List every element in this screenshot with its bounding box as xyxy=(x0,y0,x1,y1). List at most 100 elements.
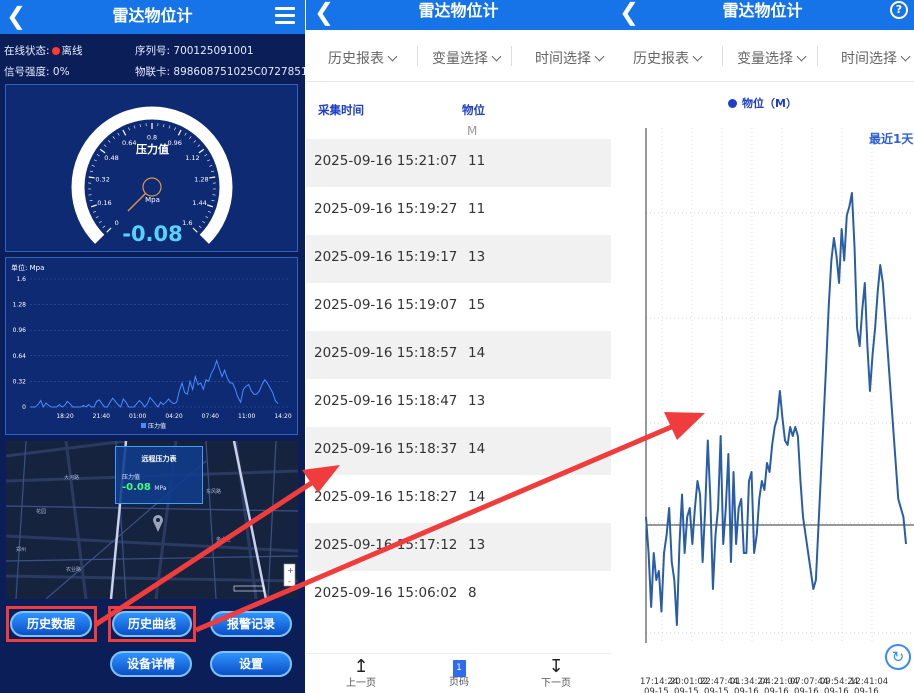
chart-xtick-label: 01:00 xyxy=(129,413,146,420)
remote-card-title: 远程压力表 xyxy=(141,455,177,463)
gauge-tick xyxy=(168,125,171,129)
gauge-unit: Mpa xyxy=(145,196,160,204)
gauge-tick xyxy=(205,216,209,219)
gauge-tick xyxy=(112,136,115,139)
gauge-needle-hub xyxy=(142,177,162,197)
row-level-value: 14 xyxy=(468,489,486,505)
gauge-tick xyxy=(133,125,136,129)
legend-label: 物位（M） xyxy=(742,97,797,110)
table-row: 2025-09-16 15:19:27 11 xyxy=(306,187,611,235)
signal-label: 信号强度: xyxy=(4,66,50,78)
signal-value: 0% xyxy=(52,66,70,78)
history-curve-title-bar: ❮ 雷达物位计 ? xyxy=(611,0,914,30)
gauge-tick xyxy=(163,124,165,128)
refresh-icon[interactable]: ↻ xyxy=(885,644,911,670)
serial-value: 700125091001 xyxy=(173,45,254,57)
menu-icon[interactable] xyxy=(275,7,295,25)
legend-dot-icon xyxy=(728,99,738,108)
remote-card-label: 压力值 xyxy=(122,474,141,481)
chevron-down-icon xyxy=(900,51,911,62)
prev-page-icon: ↥ xyxy=(353,656,369,677)
history-curve-screen: ❮ 雷达物位计 ? 历史报表 变量选择 时间选择 物位（M） 最近1天 17:1… xyxy=(611,0,914,693)
row-level-value: 13 xyxy=(468,249,486,265)
question-circle-icon[interactable]: ? xyxy=(890,1,908,19)
online-status: 在线状态: 离线 xyxy=(4,43,83,58)
prev-page-button[interactable]: ↥ 上一页 xyxy=(311,654,411,693)
chart-xtick-label: 21:40 xyxy=(93,413,110,420)
row-time: 2025-09-16 15:18:57 xyxy=(314,345,458,361)
next-page-button[interactable]: ↧ 下一页 xyxy=(506,654,606,693)
curve-xtick-date: 09-15 xyxy=(674,687,699,693)
gauge-tick xyxy=(206,204,214,208)
curve-xtick-date: 09-15 xyxy=(704,687,729,693)
table-row: 2025-09-16 15:19:07 15 xyxy=(306,283,611,331)
pressure-series-line xyxy=(30,359,279,409)
table-row: 2025-09-16 15:18:27 14 xyxy=(306,475,611,523)
remote-pressure-card: 远程压力表 压力值 -0.08 MPa xyxy=(115,446,203,504)
gauge-tick xyxy=(128,127,130,131)
chart-unit-label: 单位: Mpa xyxy=(11,263,44,272)
curve-xtick-date: 09-16 xyxy=(824,687,849,693)
row-time: 2025-09-16 15:19:07 xyxy=(314,297,458,313)
chevron-down-icon xyxy=(692,51,703,62)
filter-history-report[interactable]: 历史报表 xyxy=(328,48,398,68)
gauge-tick-label: 0.32 xyxy=(95,176,109,184)
gauge-tick xyxy=(117,132,120,136)
filter-divider xyxy=(722,46,723,66)
filter-variable-label: 变量选择 xyxy=(432,51,488,67)
history-data-screen: ❮ 雷达物位计 历史报表 变量选择 时间选择 采集时间 物位 M 2025-09… xyxy=(306,0,611,693)
highlight-box-history-data xyxy=(6,606,97,642)
filter-history-report[interactable]: 历史报表 xyxy=(633,48,703,68)
row-time: 2025-09-16 15:19:27 xyxy=(314,201,458,217)
serial-label: 序列号: xyxy=(135,45,171,57)
signal-strength: 信号强度: 0% xyxy=(4,64,70,79)
row-level-value: 11 xyxy=(468,201,486,217)
filter-history-report-label: 历史报表 xyxy=(633,51,689,67)
gauge-tick xyxy=(184,132,187,136)
gauge-tick xyxy=(93,159,97,162)
filter-time-select[interactable]: 时间选择 xyxy=(535,48,605,68)
svg-text:东风路: 东风路 xyxy=(206,488,221,495)
gauge-tick xyxy=(91,165,95,167)
table-row: 2025-09-16 15:19:17 13 xyxy=(306,235,611,283)
alarm-records-button[interactable]: 报警记录 xyxy=(210,611,292,637)
chart-xtick-label: 07:40 xyxy=(202,413,219,420)
table-row: 2025-09-16 15:21:07 11 xyxy=(306,139,611,187)
chart-xtick-label: 11:00 xyxy=(238,413,255,420)
chart-ytick-label: 0.96 xyxy=(13,327,27,334)
level-history-chart: 17:14:2409-1520:01:0209-1522:47:4409-150… xyxy=(640,128,914,693)
chevron-down-icon xyxy=(594,51,605,62)
svg-text:大河路: 大河路 xyxy=(64,474,79,481)
offline-dot-icon xyxy=(51,47,60,55)
settings-button[interactable]: 设置 xyxy=(210,651,292,677)
gauge-tick xyxy=(139,124,141,128)
svg-text:郑州: 郑州 xyxy=(16,546,26,553)
filter-time-select[interactable]: 时间选择 xyxy=(841,48,911,68)
gauge-tick xyxy=(207,159,211,162)
remote-value-unit: MPa xyxy=(154,485,167,492)
history-curve-title: 雷达物位计 xyxy=(722,1,803,20)
curve-xtick-date: 09-16 xyxy=(854,687,879,693)
column-header-level: 物位 xyxy=(462,103,485,117)
row-time: 2025-09-16 15:18:37 xyxy=(314,441,458,457)
history-table-title: 雷达物位计 xyxy=(418,1,499,20)
chart-xtick-label: 04:20 xyxy=(165,413,182,420)
gauge-tick xyxy=(93,210,97,213)
device-details-button[interactable]: 设备详情 xyxy=(110,651,192,677)
chart-ytick-label: 0 xyxy=(22,404,26,411)
filter-time-label: 时间选择 xyxy=(535,51,591,67)
history-curve-filters: 历史报表 变量选择 时间选择 xyxy=(611,30,914,82)
filter-variable-select[interactable]: 变量选择 xyxy=(737,48,807,68)
remote-value-number: -0.08 xyxy=(122,482,151,493)
chart-legend-swatch xyxy=(141,423,146,428)
svg-text:花园: 花园 xyxy=(36,508,46,515)
gauge-value: -0.08 xyxy=(122,222,183,246)
chart-ytick-label: 0.64 xyxy=(13,353,27,360)
row-time: 2025-09-16 15:21:07 xyxy=(314,153,458,169)
row-time: 2025-09-16 15:18:47 xyxy=(314,393,458,409)
column-level-unit: M xyxy=(467,124,478,138)
row-time: 2025-09-16 15:06:02 xyxy=(314,585,458,601)
filter-variable-select[interactable]: 变量选择 xyxy=(432,48,502,68)
map-scale-bar xyxy=(233,585,265,592)
page-number-button[interactable]: 1 页码 xyxy=(409,654,509,693)
